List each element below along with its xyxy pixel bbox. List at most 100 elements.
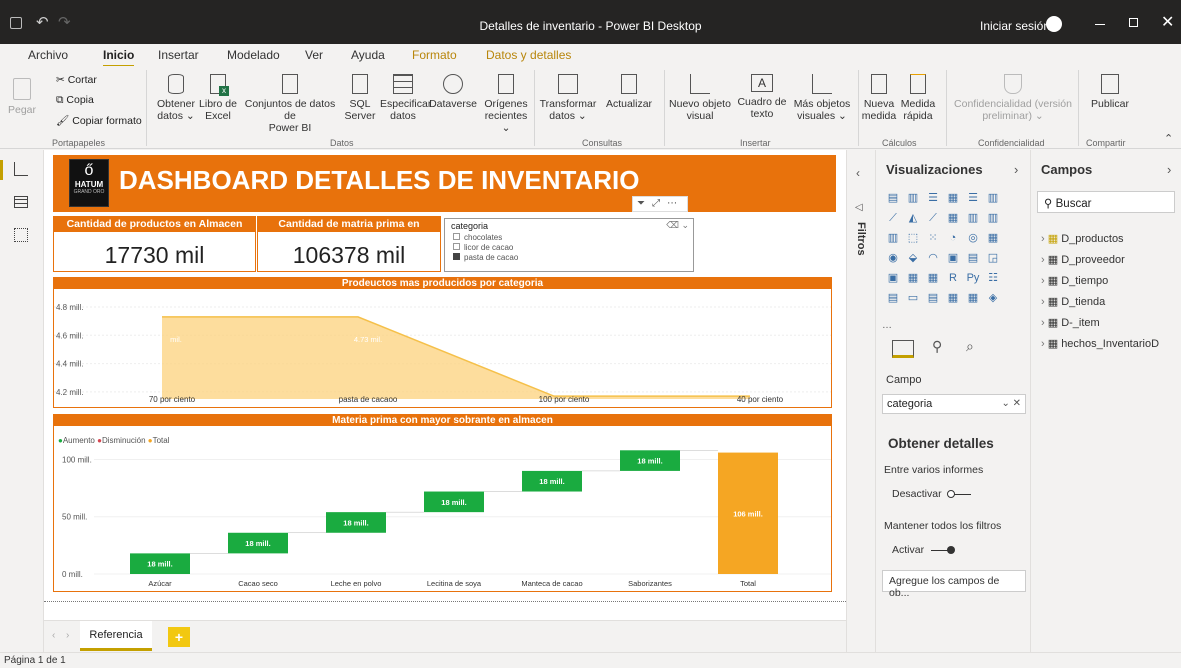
- tab-formato[interactable]: Formato: [412, 48, 457, 62]
- visual-type-icon[interactable]: ◭: [906, 212, 920, 225]
- slicer-categoria[interactable]: categoria ⌫ ⌄ chocolates licor de cacao …: [444, 218, 694, 272]
- visual-type-icon[interactable]: ▦: [946, 292, 960, 305]
- visual-type-icon[interactable]: ▦: [946, 192, 960, 205]
- fields-well-icon[interactable]: [892, 340, 914, 358]
- sensitivity-button[interactable]: Confidencialidad (versión preliminar) ⌄: [950, 74, 1076, 122]
- more-options-icon[interactable]: ⋯: [667, 198, 677, 209]
- tab-inicio[interactable]: Inicio: [103, 48, 135, 67]
- visual-type-icon[interactable]: Py: [966, 272, 980, 285]
- publish-button[interactable]: Publicar: [1082, 74, 1138, 110]
- powerbi-datasets-button[interactable]: Conjuntos de datos de Power BI: [240, 74, 340, 134]
- slicer-item[interactable]: licor de cacao: [453, 243, 693, 253]
- tab-ayuda[interactable]: Ayuda: [351, 48, 385, 62]
- visual-type-icon[interactable]: ▤: [886, 192, 900, 205]
- text-box-button[interactable]: A Cuadro de texto: [734, 74, 790, 120]
- visual-type-icon[interactable]: R: [946, 272, 960, 285]
- chevron-down-icon[interactable]: ⌄: [681, 220, 689, 231]
- visual-type-icon[interactable]: ▤: [886, 292, 900, 305]
- fields-search-input[interactable]: ⚲ Buscar: [1037, 191, 1175, 213]
- visual-type-icon[interactable]: ◲: [986, 252, 1000, 265]
- avatar[interactable]: [1046, 16, 1062, 32]
- collapse-ribbon-icon[interactable]: ⌃: [1164, 132, 1173, 145]
- visual-type-icon[interactable]: ☷: [986, 272, 1000, 285]
- chevron-right-icon[interactable]: ›: [1041, 317, 1048, 329]
- visual-type-icon[interactable]: ▥: [886, 232, 900, 245]
- slicer-item[interactable]: chocolates: [453, 233, 693, 243]
- refresh-button[interactable]: Actualizar: [602, 74, 656, 110]
- add-page-button[interactable]: +: [168, 627, 190, 647]
- visual-type-icon[interactable]: ▥: [986, 212, 1000, 225]
- visual-type-icon[interactable]: ⬙: [906, 252, 920, 265]
- kpi-card-productos[interactable]: Cantidad de productos en Almacen 17730 m…: [53, 216, 256, 272]
- focus-mode-icon[interactable]: ⤢: [652, 198, 660, 209]
- tab-insertar[interactable]: Insertar: [158, 48, 199, 62]
- format-brush-icon[interactable]: ⚲: [932, 338, 942, 355]
- sql-button[interactable]: SQL Server: [342, 74, 378, 122]
- visual-type-icon[interactable]: ⟋: [886, 212, 900, 225]
- filters-pane[interactable]: ‹ ◁ Filtros: [846, 150, 876, 652]
- excel-button[interactable]: x Libro de Excel: [198, 74, 238, 122]
- visual-type-icon[interactable]: ◠: [926, 252, 940, 265]
- paste-button[interactable]: Pegar: [4, 78, 40, 116]
- field-well-categoria[interactable]: categoria ⌄ ✕: [882, 394, 1026, 414]
- keep-filters-toggle[interactable]: Activar: [892, 544, 956, 556]
- chevron-right-icon[interactable]: ›: [1041, 338, 1048, 350]
- tab-archivo[interactable]: Archivo: [28, 48, 68, 62]
- visual-type-icon[interactable]: ▥: [966, 212, 980, 225]
- dataverse-button[interactable]: Dataverse: [426, 74, 480, 110]
- field-table-item[interactable]: › ▦ D_proveedor: [1041, 253, 1125, 266]
- model-view-icon[interactable]: [14, 228, 28, 242]
- waterfall-chart-card[interactable]: Materia prima con mayor sobrante en alma…: [53, 414, 832, 592]
- tab-ver[interactable]: Ver: [305, 48, 323, 62]
- more-visuals-button[interactable]: Más objetos visuales ⌄: [790, 74, 854, 122]
- toggle-on-icon[interactable]: [931, 545, 956, 554]
- close-icon[interactable]: ✕: [1161, 12, 1174, 32]
- minimize-icon[interactable]: [1095, 24, 1105, 25]
- visual-type-icon[interactable]: ◈: [986, 292, 1000, 305]
- visual-type-icon[interactable]: ▦: [986, 232, 1000, 245]
- visual-type-icon[interactable]: ▦: [946, 212, 960, 225]
- tab-modelado[interactable]: Modelado: [227, 48, 280, 62]
- field-table-item[interactable]: › ▦ D_productos: [1041, 232, 1124, 245]
- report-view-icon[interactable]: [14, 162, 28, 176]
- field-table-item[interactable]: › ▦ D_tienda: [1041, 295, 1105, 308]
- drillthrough-drop-zone[interactable]: Agregue los campos de ob...: [882, 570, 1026, 599]
- checkbox-icon[interactable]: [453, 243, 460, 250]
- analytics-icon[interactable]: ⌕: [966, 338, 974, 355]
- area-fill[interactable]: [162, 316, 750, 399]
- area-chart-card[interactable]: Prodeuctos mas producidos por categoria …: [53, 277, 832, 408]
- visual-type-icon[interactable]: ◉: [886, 252, 900, 265]
- recent-sources-button[interactable]: Orígenes recientes ⌄: [480, 74, 532, 134]
- chevron-right-icon[interactable]: ›: [1014, 162, 1018, 177]
- cut-button[interactable]: ✂ Cortar: [56, 74, 97, 86]
- chevron-right-icon[interactable]: ›: [1041, 275, 1048, 287]
- signin-link[interactable]: Iniciar sesión: [980, 19, 1050, 33]
- prev-page-icon[interactable]: ‹: [52, 630, 55, 641]
- visual-type-icon[interactable]: ▤: [926, 292, 940, 305]
- visual-type-icon[interactable]: ☰: [966, 192, 980, 205]
- visual-type-icon[interactable]: ◔: [946, 232, 960, 245]
- chevron-right-icon[interactable]: ›: [1041, 233, 1048, 245]
- visual-type-icon[interactable]: ☰: [926, 192, 940, 205]
- checkbox-icon[interactable]: [453, 233, 460, 240]
- filter-icon[interactable]: ⏷: [637, 198, 645, 209]
- next-page-icon[interactable]: ›: [66, 630, 69, 641]
- format-painter-button[interactable]: 🖌 Copiar formato: [56, 114, 142, 127]
- chevron-right-icon[interactable]: ›: [1041, 296, 1048, 308]
- enter-data-button[interactable]: Especificar datos: [380, 74, 431, 122]
- new-measure-button[interactable]: Nueva medida: [860, 74, 898, 122]
- cross-report-toggle[interactable]: Desactivar: [892, 488, 971, 500]
- copy-button[interactable]: ⧉ Copia: [56, 94, 94, 107]
- slicer-item[interactable]: pasta de cacao: [453, 253, 693, 263]
- kpi-card-materia-prima[interactable]: Cantidad de matria prima en Almacen 1063…: [257, 216, 441, 272]
- visual-type-icon[interactable]: ▣: [946, 252, 960, 265]
- quick-measure-button[interactable]: Medida rápida: [898, 74, 938, 122]
- transform-data-button[interactable]: Transformar datos ⌄: [538, 74, 598, 122]
- visual-type-icon[interactable]: ⁙: [926, 232, 940, 245]
- visual-type-icon[interactable]: ▦: [926, 272, 940, 285]
- visual-type-icon[interactable]: ▤: [966, 252, 980, 265]
- toggle-off-icon[interactable]: [946, 489, 971, 498]
- visual-type-icon[interactable]: ⟋: [926, 212, 940, 225]
- visual-type-icon[interactable]: ◎: [966, 232, 980, 245]
- field-table-item[interactable]: › ▦ D_tiempo: [1041, 274, 1108, 287]
